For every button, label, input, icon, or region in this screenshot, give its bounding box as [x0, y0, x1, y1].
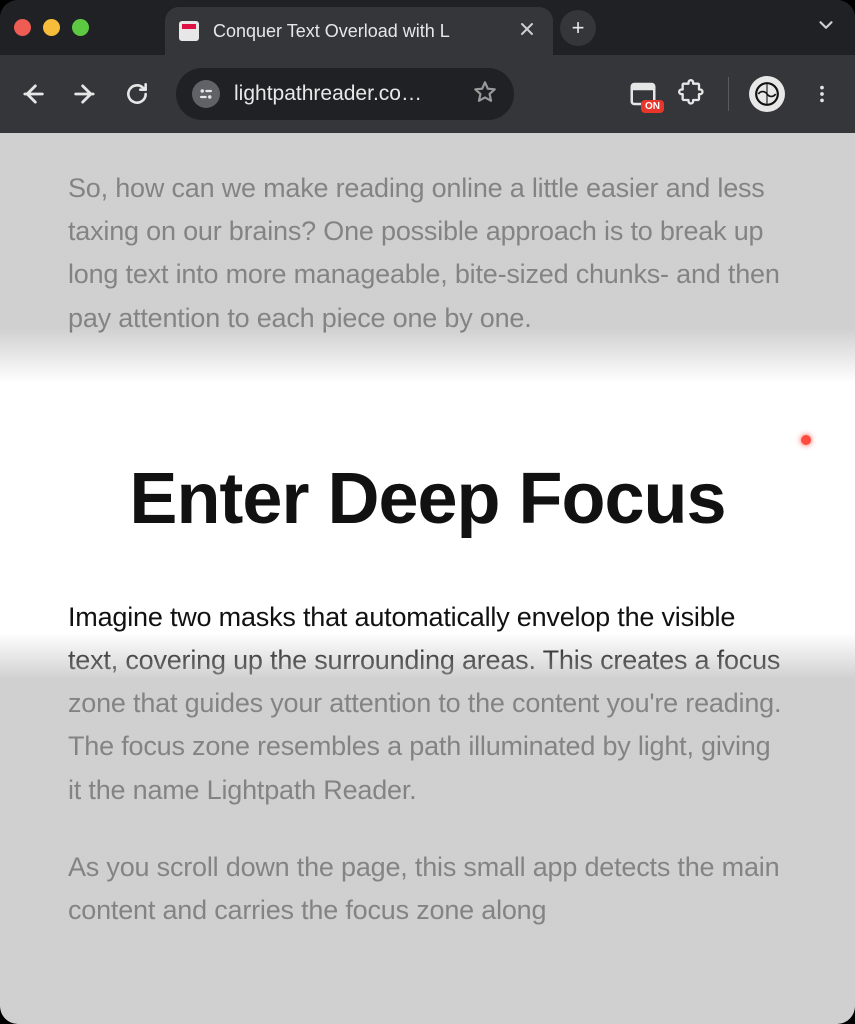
reload-button[interactable] [120, 77, 154, 111]
site-info-button[interactable] [192, 80, 220, 108]
window-dropdown-button[interactable] [815, 14, 837, 41]
tab-favicon [179, 21, 199, 41]
new-tab-button[interactable]: + [560, 10, 596, 46]
article-paragraph: Imagine two masks that automatically env… [68, 596, 787, 812]
maximize-window-button[interactable] [72, 19, 89, 36]
browser-window: Conquer Text Overload with L + lightpath… [0, 0, 855, 1024]
forward-button[interactable] [68, 77, 102, 111]
lightpath-extension-button[interactable]: ON [628, 79, 658, 109]
browser-menu-button[interactable] [805, 77, 839, 111]
extension-on-badge: ON [641, 100, 664, 113]
profile-avatar-button[interactable] [749, 76, 785, 112]
back-button[interactable] [16, 77, 50, 111]
tab-title: Conquer Text Overload with L [213, 21, 501, 42]
toolbar-divider [728, 77, 729, 111]
extensions-area: ON [628, 76, 839, 112]
browser-toolbar: lightpathreader.co… ON [0, 55, 855, 133]
tab-close-button[interactable] [515, 17, 539, 46]
address-bar[interactable]: lightpathreader.co… [176, 68, 514, 120]
minimize-window-button[interactable] [43, 19, 60, 36]
page-viewport[interactable]: So, how can we make reading online a lit… [0, 133, 855, 1024]
tab-strip: Conquer Text Overload with L + [0, 0, 855, 55]
window-controls [14, 19, 89, 36]
extensions-puzzle-button[interactable] [678, 79, 708, 109]
focus-indicator-dot [801, 435, 811, 445]
bookmark-star-button[interactable] [472, 79, 498, 110]
article-page: So, how can we make reading online a lit… [0, 133, 855, 1024]
browser-tab[interactable]: Conquer Text Overload with L [165, 7, 553, 55]
article-paragraph: So, how can we make reading online a lit… [68, 167, 787, 340]
article-content: So, how can we make reading online a lit… [0, 167, 855, 932]
url-text: lightpathreader.co… [234, 82, 458, 106]
close-window-button[interactable] [14, 19, 31, 36]
article-heading: Enter Deep Focus [68, 458, 787, 540]
article-paragraph: As you scroll down the page, this small … [68, 846, 787, 932]
